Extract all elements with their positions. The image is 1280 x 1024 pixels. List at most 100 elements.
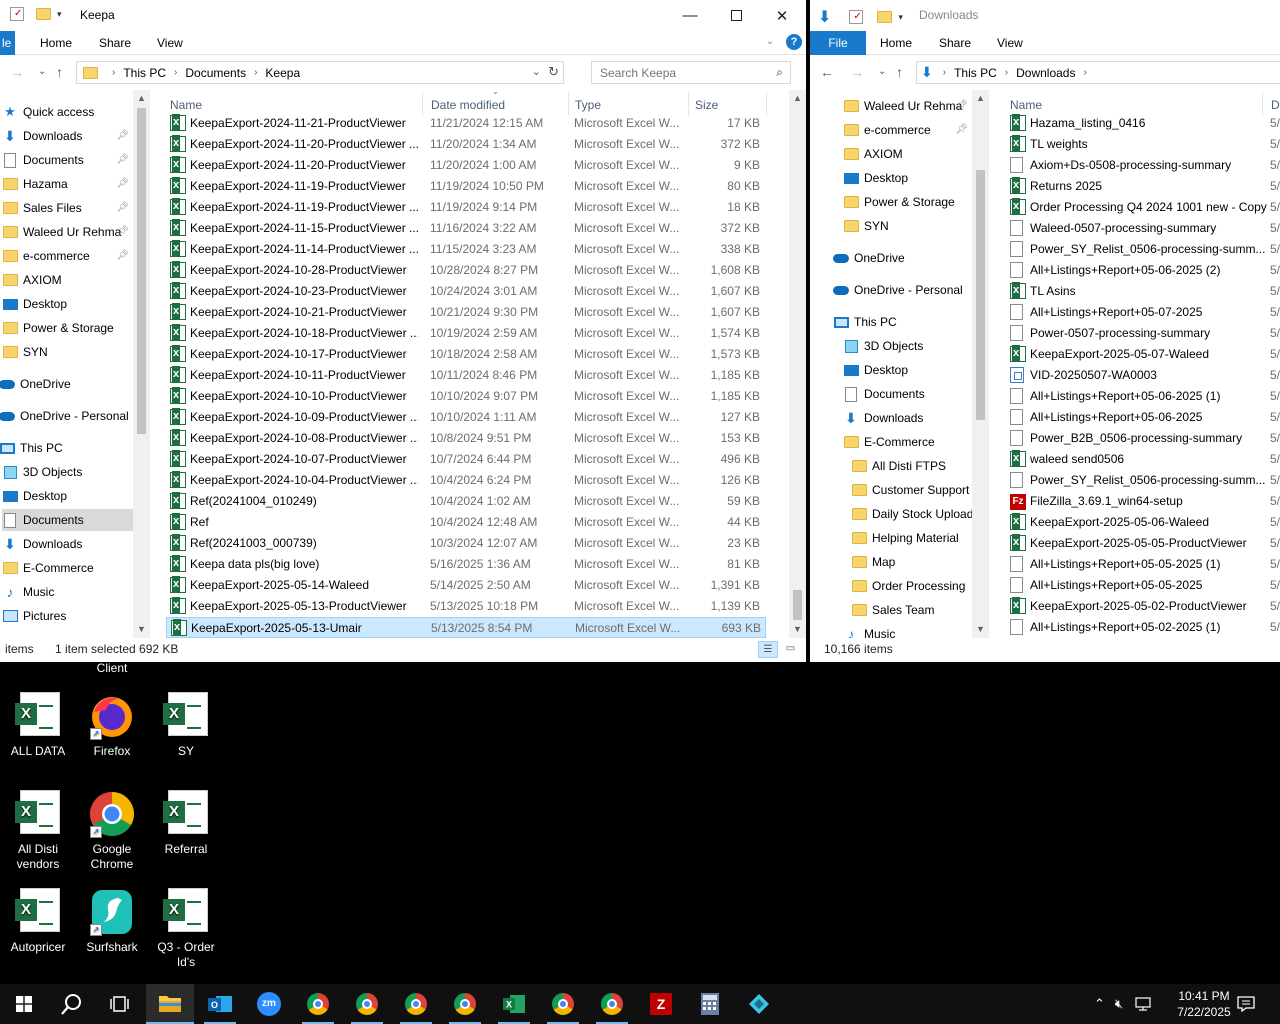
nav-item[interactable]: Desktop — [843, 167, 972, 189]
taskbar-outlook[interactable]: O — [196, 984, 244, 1024]
file-row[interactable]: Waleed-0507-processing-summary 5/ — [1006, 218, 1280, 239]
nav-item[interactable]: Documents — [2, 509, 133, 531]
address-bar[interactable]: › This PC › Documents › Keepa ⌄ ↻ — [76, 61, 564, 84]
file-row[interactable]: Power-0507-processing-summary 5/ — [1006, 323, 1280, 344]
scroll-down-icon[interactable]: ▼ — [133, 621, 150, 638]
file-row[interactable]: VID-20250507-WA0003 5/ — [1006, 365, 1280, 386]
file-row[interactable]: TL weights 5/ — [1006, 134, 1280, 155]
file-row[interactable]: Ref(20241003_000739) 10/3/2024 12:07 AM Mi… — [166, 533, 766, 554]
breadcrumb-this-pc[interactable]: This PC — [954, 66, 997, 80]
taskbar-chrome-3[interactable] — [392, 984, 440, 1024]
nav-item[interactable]: Sales Files 📌︎ — [2, 197, 133, 219]
nav-item[interactable]: Documents 📌︎ — [2, 149, 133, 171]
breadcrumb-downloads[interactable]: Downloads — [1016, 66, 1075, 80]
nav-item[interactable]: 3D Objects — [2, 461, 133, 483]
scroll-up-icon[interactable]: ▲ — [133, 90, 150, 107]
minimize-button[interactable]: — — [667, 0, 713, 31]
nav-item[interactable]: Desktop — [2, 485, 133, 507]
navigation-scrollbar[interactable]: ▲ ▼ — [972, 90, 989, 638]
nav-item[interactable]: Pictures — [2, 605, 133, 627]
file-row[interactable]: TL Asins 5/ — [1006, 281, 1280, 302]
file-row[interactable]: KeepaExport-2024-10-09-ProductViewer ...… — [166, 407, 766, 428]
file-row[interactable]: KeepaExport-2024-11-19-ProductViewer ...… — [166, 197, 766, 218]
file-row[interactable]: All+Listings+Report+05-05-2025 5/ — [1006, 575, 1280, 596]
file-row[interactable]: KeepaExport-2025-05-13-ProductViewer 5/13… — [166, 596, 766, 617]
breadcrumb-documents[interactable]: Documents — [185, 66, 246, 80]
file-row[interactable]: KeepaExport-2024-10-08-ProductViewer ...… — [166, 428, 766, 449]
taskbar-chrome-2[interactable] — [343, 984, 391, 1024]
nav-item[interactable]: OneDrive - Personal — [0, 405, 130, 427]
taskbar-zoom[interactable]: zm — [245, 984, 293, 1024]
start-button[interactable] — [0, 984, 48, 1024]
nav-item[interactable]: Power & Storage — [843, 191, 972, 213]
file-list-scrollbar[interactable]: ▲ ▼ — [789, 90, 806, 638]
scrollbar-thumb[interactable] — [976, 170, 985, 420]
file-row[interactable]: KeepaExport-2025-05-05-ProductViewer 5/ — [1006, 533, 1280, 554]
file-row[interactable]: KeepaExport-2024-10-11-ProductViewer 10/1… — [166, 365, 766, 386]
show-hidden-icons-icon[interactable]: ⌃ — [1094, 996, 1105, 1012]
file-row[interactable]: waleed send0506 5/ — [1006, 449, 1280, 470]
desktop-shortcut[interactable]: ALL DATA — [0, 692, 76, 759]
customize-toolbar-icon[interactable]: ▾ — [57, 9, 62, 20]
up-button[interactable]: ↑ — [896, 64, 903, 80]
taskbar-app[interactable] — [735, 984, 783, 1024]
nav-item[interactable]: AXIOM — [843, 143, 972, 165]
recent-locations-icon[interactable]: ⌄ — [38, 66, 46, 77]
back-button[interactable]: → — [10, 64, 24, 80]
task-view-button[interactable] — [96, 984, 144, 1024]
desktop-shortcut[interactable]: All Disti vendors — [0, 790, 76, 872]
up-button[interactable]: ↑ — [56, 64, 63, 80]
desktop-shortcut[interactable]: ↗ Firefox — [74, 692, 150, 759]
nav-item[interactable]: Waleed Ur Rehma 📌︎ — [2, 221, 133, 243]
nav-item[interactable]: e-commerce 📌︎ — [2, 245, 133, 267]
file-row[interactable]: All+Listings+Report+05-05-2025 (1) 5/ — [1006, 554, 1280, 575]
desktop-shortcut[interactable]: ↗ Surfshark — [74, 888, 150, 955]
refresh-icon[interactable]: ↻ — [548, 64, 559, 80]
tab-file[interactable]: File — [810, 31, 866, 55]
file-row[interactable]: KeepaExport-2025-05-02-ProductViewer 5/ — [1006, 596, 1280, 617]
back-button[interactable]: ← — [820, 64, 834, 80]
taskbar-excel[interactable]: X — [490, 984, 538, 1024]
file-row[interactable]: KeepaExport-2024-11-20-ProductViewer ...… — [166, 134, 766, 155]
nav-item[interactable]: Hazama 📌︎ — [2, 173, 133, 195]
file-row[interactable]: Ref 10/4/2024 12:48 AM Microsoft Excel W..… — [166, 512, 766, 533]
taskbar-chrome-1[interactable] — [294, 984, 342, 1024]
file-row[interactable]: All+Listings+Report+05-06-2025 (1) 5/ — [1006, 386, 1280, 407]
new-folder-icon[interactable] — [36, 8, 51, 20]
nav-item[interactable]: e-commerce 📌︎ — [843, 119, 972, 141]
nav-item[interactable]: SYN — [2, 341, 133, 363]
nav-item[interactable]: E-Commerce — [843, 431, 972, 453]
file-row[interactable]: Keepa data pls(big love) 5/16/2025 1:36 A… — [166, 554, 766, 575]
nav-item[interactable]: OneDrive - Personal — [833, 279, 972, 301]
nav-item[interactable]: OneDrive — [833, 247, 972, 269]
file-row[interactable]: KeepaExport-2024-10-07-ProductViewer 10/7… — [166, 449, 766, 470]
tab-file[interactable]: le — [0, 31, 16, 55]
nav-item[interactable]: This PC — [833, 311, 972, 333]
scroll-down-icon[interactable]: ▼ — [789, 621, 806, 638]
file-row[interactable]: KeepaExport-2024-11-20-ProductViewer 11/2… — [166, 155, 766, 176]
nav-item[interactable]: Helping Material — [851, 527, 972, 549]
desktop-shortcut[interactable]: Autopricer — [0, 888, 76, 955]
help-icon[interactable]: ? — [786, 34, 802, 50]
nav-item[interactable]: Sales Team — [851, 599, 972, 621]
file-row[interactable]: KeepaExport-2024-11-15-ProductViewer ...… — [166, 218, 766, 239]
scrollbar-thumb[interactable] — [137, 108, 146, 434]
search-input[interactable] — [600, 65, 760, 80]
breadcrumb-this-pc[interactable]: This PC — [123, 66, 166, 80]
nav-item[interactable]: E-Commerce — [2, 557, 133, 579]
new-folder-icon[interactable] — [877, 11, 893, 23]
properties-icon[interactable]: ✓ — [10, 7, 24, 21]
large-icons-view-icon[interactable]: ▭ — [782, 641, 799, 658]
nav-item[interactable]: Waleed Ur Rehma 📌︎ — [843, 95, 972, 117]
nav-item[interactable]: 3D Objects — [843, 335, 972, 357]
nav-item[interactable]: This PC — [0, 437, 130, 459]
file-row[interactable]: All+Listings+Report+05-06-2025 5/ — [1006, 407, 1280, 428]
scroll-up-icon[interactable]: ▲ — [789, 90, 806, 107]
navigation-scrollbar[interactable]: ▲ ▼ — [133, 90, 150, 638]
maximize-button[interactable] — [713, 0, 759, 31]
nav-item[interactable]: Desktop — [843, 359, 972, 381]
nav-item[interactable]: Map — [851, 551, 972, 573]
desktop-shortcut[interactable]: Referral — [148, 790, 224, 857]
scroll-up-icon[interactable]: ▲ — [972, 90, 989, 107]
nav-item[interactable]: ♪ Music — [2, 581, 133, 603]
